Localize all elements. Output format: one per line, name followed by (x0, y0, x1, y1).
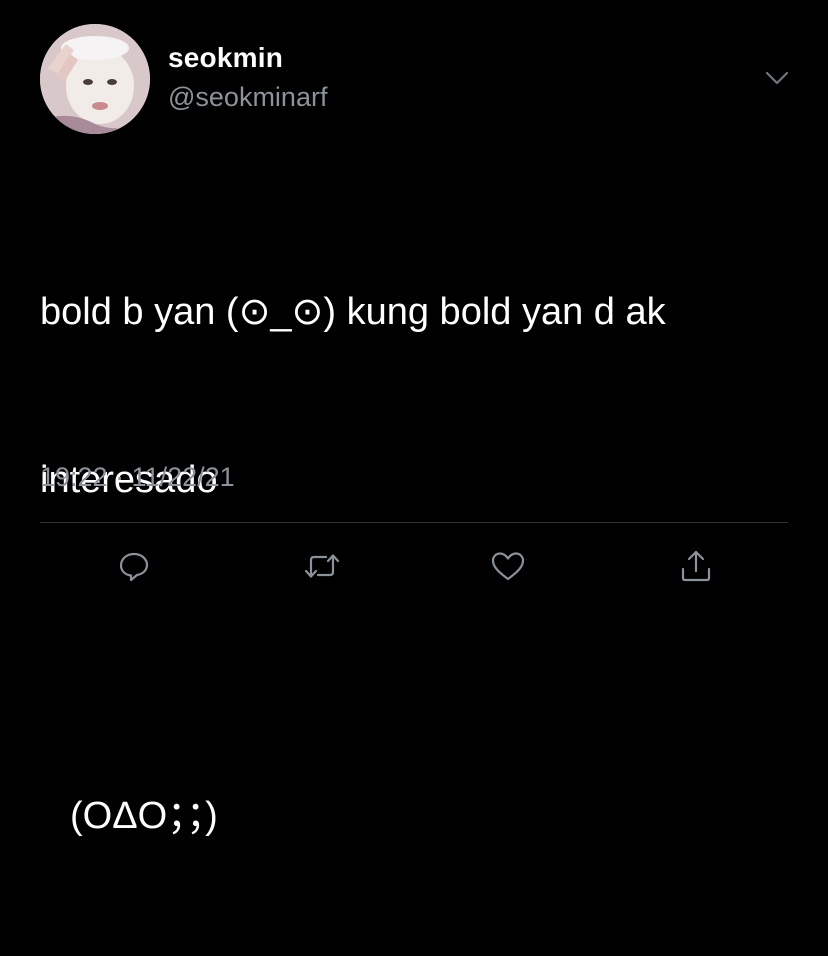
avatar-photo-icon (40, 24, 150, 134)
tweet-detail: seokmin @seokminarf bold b yan (⊙_⊙) kun… (0, 0, 828, 837)
action-bar (0, 546, 828, 590)
chevron-down-icon[interactable] (762, 66, 792, 90)
avatar[interactable] (40, 24, 150, 134)
retweet-arrows-icon (304, 554, 340, 578)
retweet-button[interactable] (302, 546, 342, 586)
like-button[interactable] (488, 546, 528, 586)
tweet-text-line (40, 620, 810, 676)
reply-button[interactable] (114, 546, 154, 586)
user-handle[interactable]: @seokminarf (168, 82, 327, 113)
tweet-timestamp[interactable]: 19:22 · 11/22/21 (40, 462, 235, 493)
display-name[interactable]: seokmin (168, 42, 283, 74)
speech-bubble-icon (119, 552, 149, 582)
share-button[interactable] (676, 546, 716, 586)
divider (40, 522, 788, 523)
heart-icon (491, 552, 525, 581)
share-upload-icon (681, 550, 711, 582)
tweet-text-line: bold b yan (⊙_⊙) kung bold yan d ak (40, 291, 666, 333)
tweet-text-line: (OΔO；；) (70, 795, 218, 837)
